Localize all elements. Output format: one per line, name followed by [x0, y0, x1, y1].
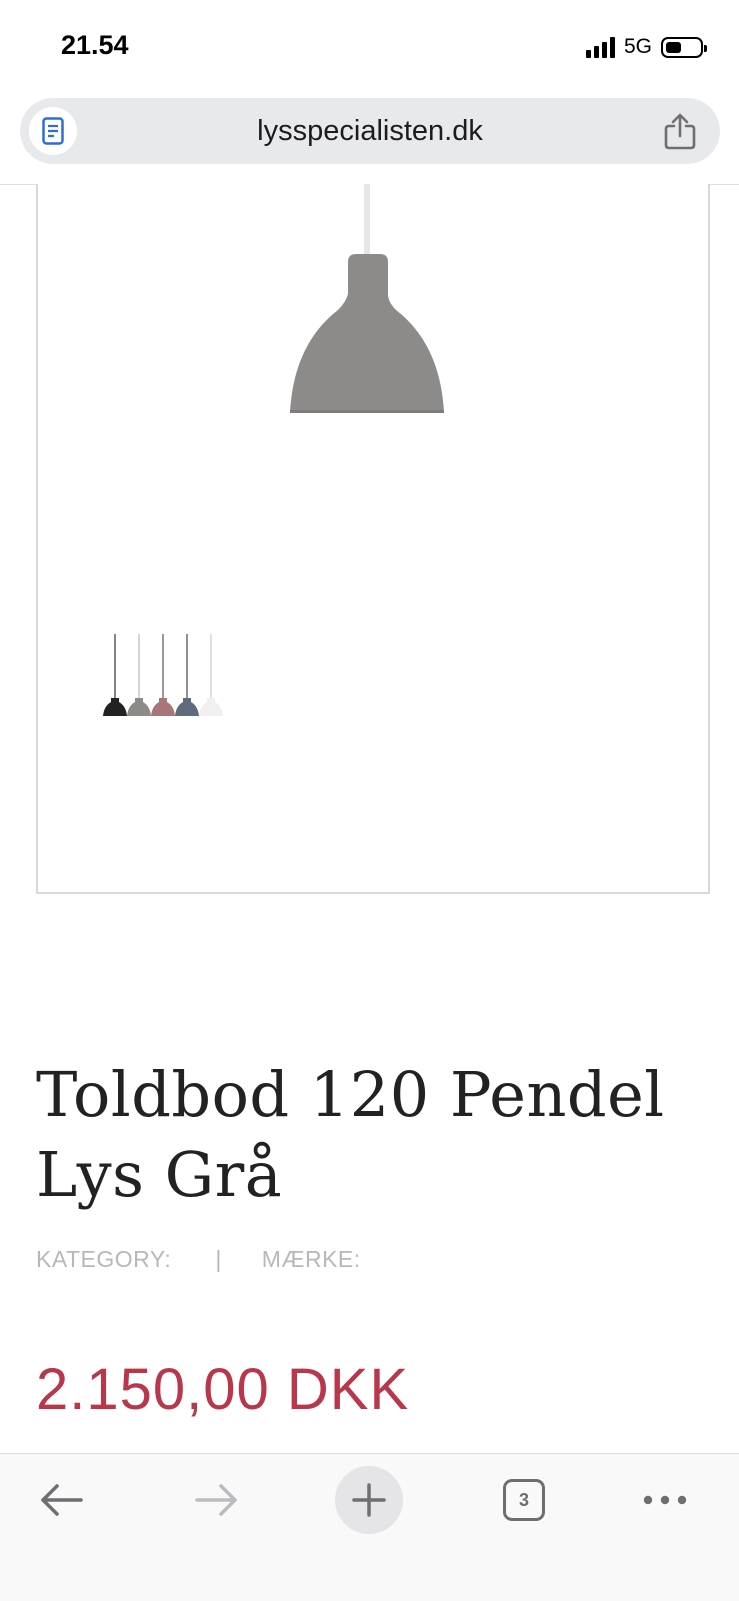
product-title: Toldbod 120 Pendel Lys Grå: [36, 1055, 716, 1215]
forward-button[interactable]: [188, 1472, 244, 1528]
product-title-line2: Lys Grå: [36, 1138, 283, 1211]
product-image-box[interactable]: [36, 184, 710, 894]
status-indicators: 5G: [585, 33, 707, 61]
brand-label: MÆRKE:: [261, 1246, 361, 1272]
tab-count: 3: [503, 1479, 545, 1521]
product-price: 2.150,00 DKK: [36, 1357, 410, 1422]
battery-icon: [661, 36, 707, 58]
category-label: KATEGORY:: [36, 1246, 172, 1272]
share-icon: [664, 113, 696, 150]
url-text[interactable]: lysspecialisten.dk: [20, 98, 720, 164]
network-type: 5G: [623, 35, 652, 58]
plus-icon: [352, 1483, 386, 1517]
meta-separator: |: [215, 1246, 222, 1272]
variant-thumbnail[interactable]: [103, 634, 228, 724]
arrow-right-icon: [195, 1484, 237, 1516]
browser-toolbar: 3: [0, 1453, 739, 1601]
status-bar: 21.54 5G: [0, 0, 739, 95]
share-button[interactable]: [660, 111, 700, 151]
main-product-image: [290, 184, 444, 413]
new-tab-button[interactable]: [335, 1466, 403, 1534]
back-button[interactable]: [34, 1472, 90, 1528]
arrow-left-icon: [41, 1484, 83, 1516]
address-bar[interactable]: lysspecialisten.dk: [20, 98, 720, 164]
product-title-line1: Toldbod 120 Pendel: [36, 1058, 665, 1131]
status-time: 21.54: [61, 30, 129, 60]
cellular-signal-icon: [585, 36, 615, 58]
more-dots-icon: [643, 1495, 687, 1505]
product-meta: KATEGORY: | MÆRKE:: [36, 1246, 361, 1273]
tabs-button[interactable]: 3: [500, 1476, 548, 1524]
more-button[interactable]: [640, 1472, 690, 1528]
